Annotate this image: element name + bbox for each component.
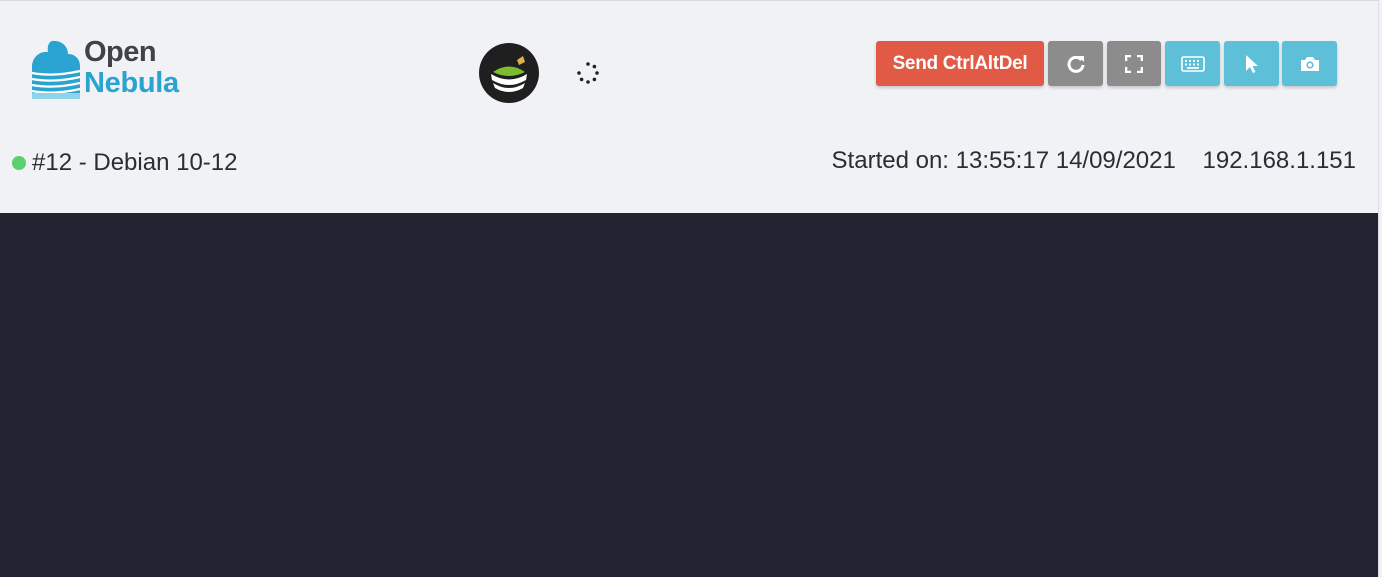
header: Open Nebula Send CtrlAltDel #12 - Debian… <box>0 0 1378 213</box>
loading-spinner-icon <box>577 62 599 84</box>
screenshot-button[interactable] <box>1282 41 1337 86</box>
cloud-logo-icon <box>31 40 81 99</box>
vm-meta: Started on: 13:55:17 14/09/2021 192.168.… <box>832 147 1356 175</box>
vm-ip-address: 192.168.1.151 <box>1202 147 1356 174</box>
reload-button[interactable] <box>1048 41 1103 86</box>
vm-console-display[interactable] <box>0 213 1378 577</box>
vm-name: #12 - Debian 10-12 <box>32 149 238 176</box>
keyboard-icon <box>1180 55 1205 72</box>
pointer-button[interactable] <box>1224 41 1279 86</box>
vm-status-indicator <box>12 156 26 170</box>
logo-text-open: Open <box>84 36 157 68</box>
opennebula-logo: Open Nebula <box>30 36 205 103</box>
vm-info: #12 - Debian 10-12 <box>12 149 237 177</box>
camera-icon <box>1300 56 1319 71</box>
page-scrollbar[interactable] <box>1378 0 1382 577</box>
pointer-icon <box>1245 54 1258 73</box>
reload-icon <box>1067 55 1084 73</box>
send-ctrl-alt-del-button[interactable]: Send CtrlAltDel <box>876 41 1044 86</box>
logo-text-nebula: Nebula <box>84 67 179 99</box>
keyboard-button[interactable] <box>1165 41 1220 86</box>
fullscreen-icon <box>1125 54 1143 73</box>
fullscreen-button[interactable] <box>1107 41 1161 86</box>
started-on-text: Started on: 13:55:17 14/09/2021 <box>831 147 1176 174</box>
guacamole-icon <box>479 43 539 103</box>
